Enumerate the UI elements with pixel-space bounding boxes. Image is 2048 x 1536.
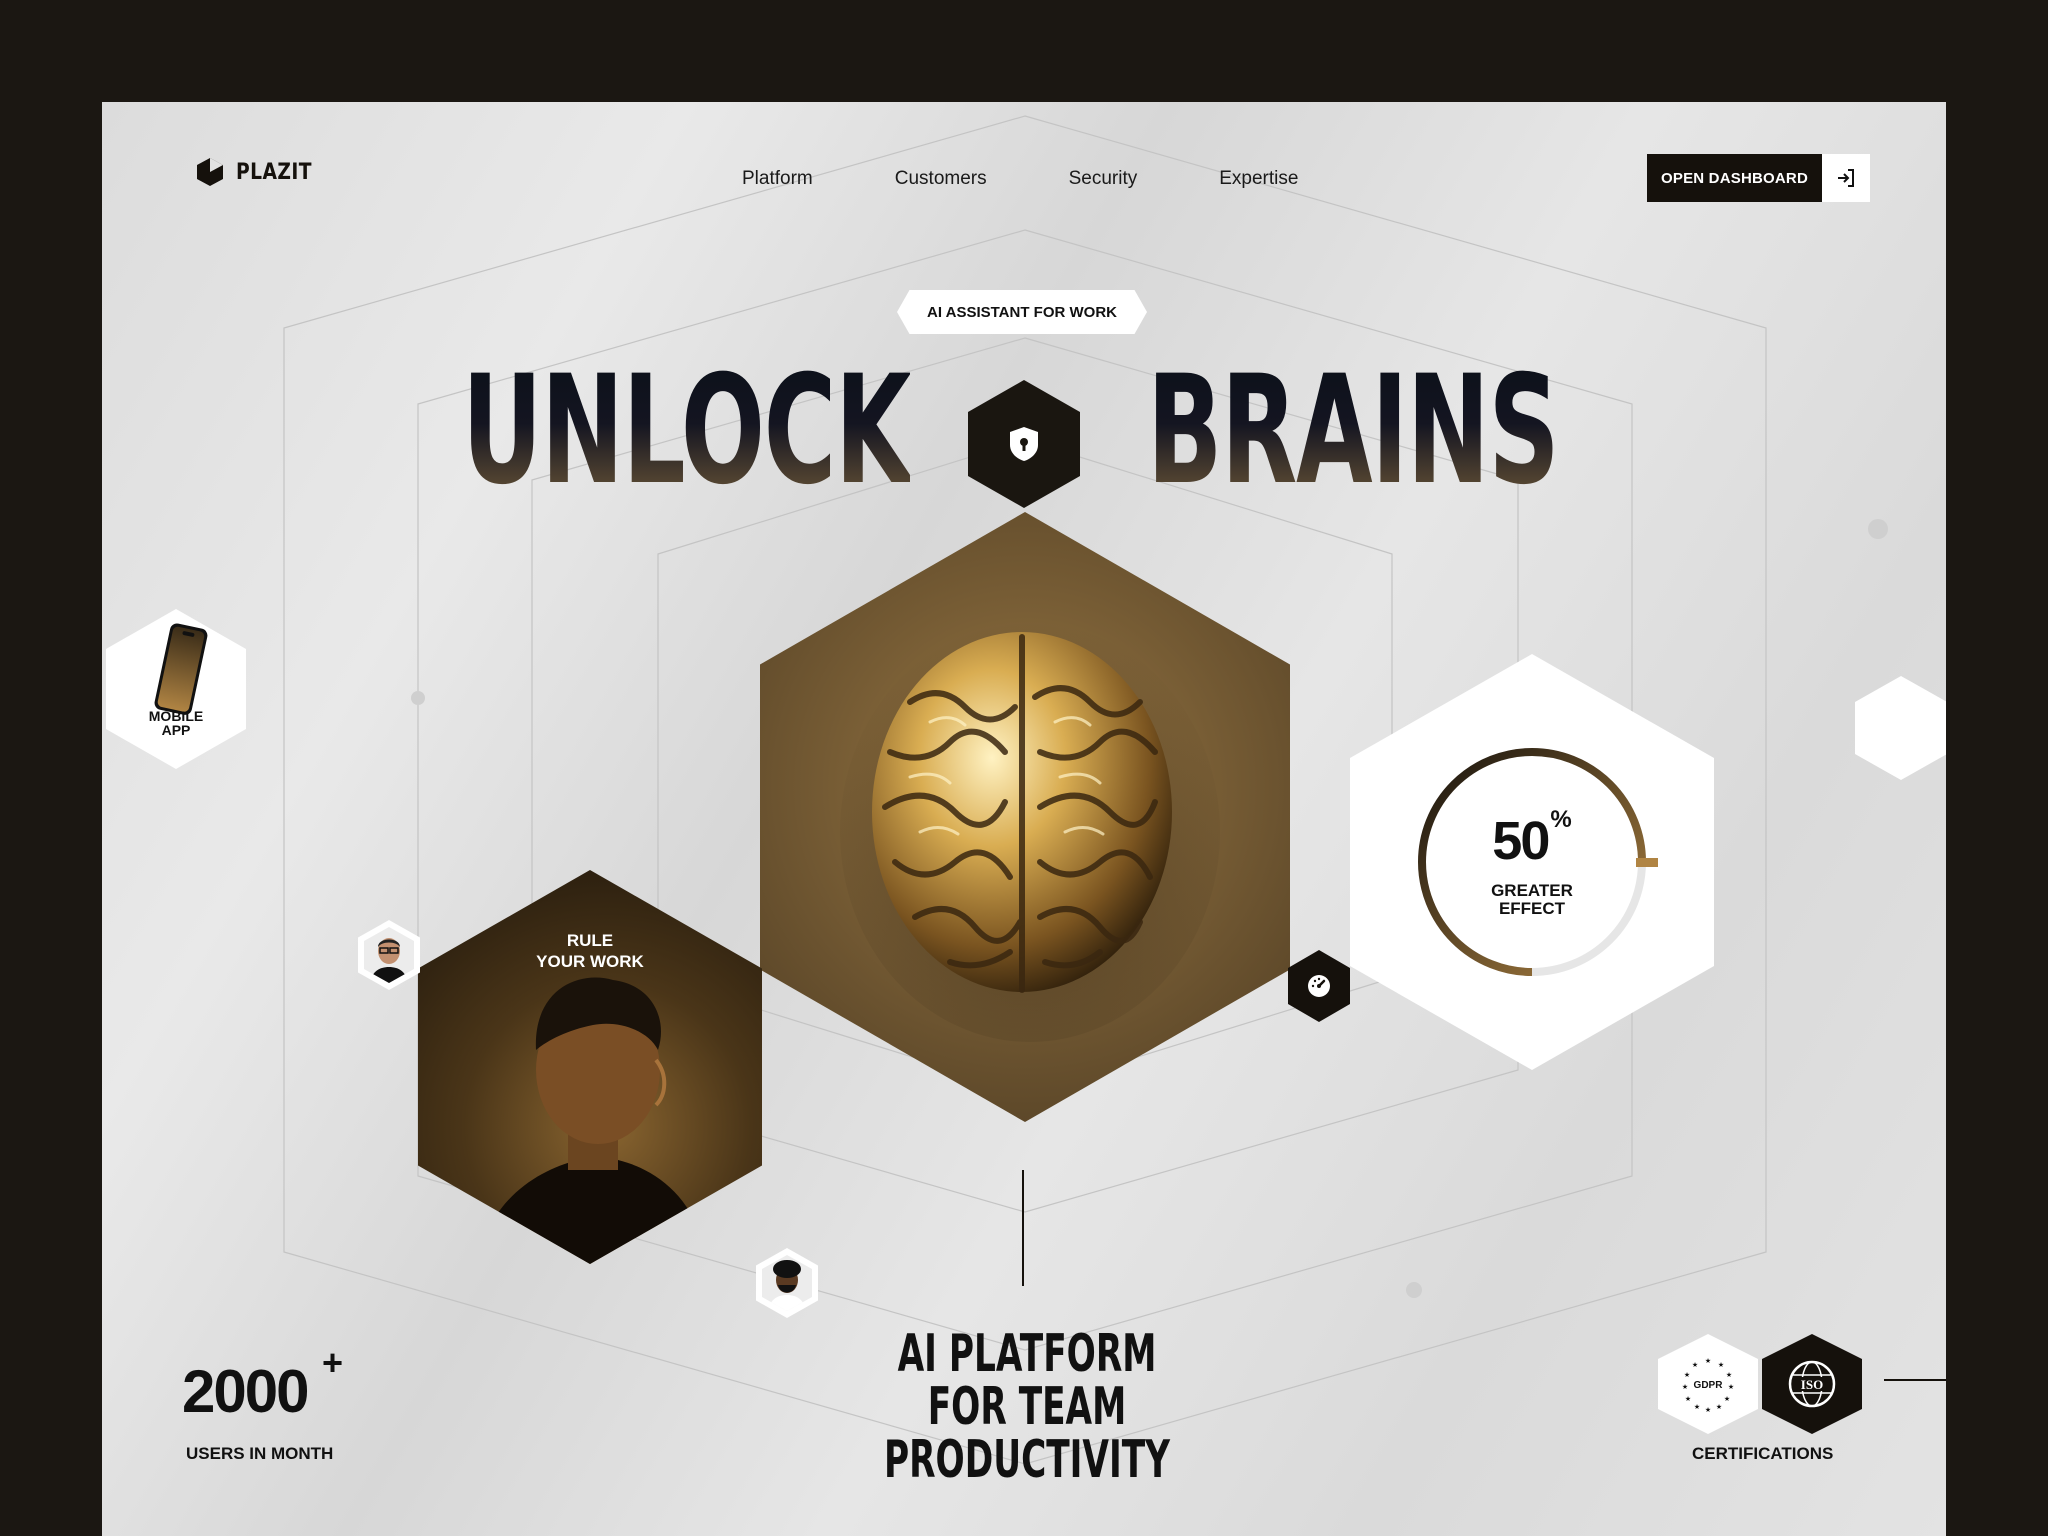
avatar-image xyxy=(768,1260,806,1311)
stat-value: 50% xyxy=(1350,806,1714,872)
stat-label-line2: EFFECT xyxy=(1498,899,1566,918)
nav-item-customers[interactable]: Customers xyxy=(895,168,987,190)
tagline-line1: AI PLATFORM xyxy=(897,1324,1157,1384)
svg-text:★: ★ xyxy=(1724,1395,1730,1403)
gdpr-icon: ★ ★★ ★★★ ★★★ ★★★ GDPR xyxy=(1682,1357,1734,1414)
svg-text:★: ★ xyxy=(1705,1406,1711,1414)
svg-text:★: ★ xyxy=(1705,1357,1711,1365)
tagline-line2: FOR TEAM xyxy=(927,1377,1127,1437)
open-dashboard-label: OPEN DASHBOARD xyxy=(1647,154,1822,202)
svg-text:★: ★ xyxy=(1726,1371,1732,1379)
iso-globe-icon: ISO xyxy=(1788,1360,1836,1408)
svg-text:★: ★ xyxy=(1684,1371,1690,1379)
users-count: 2000 xyxy=(182,1358,309,1425)
main-nav: Platform Customers Security Expertise xyxy=(742,168,1298,190)
stat-label: GREATER EFFECT xyxy=(1350,882,1714,918)
svg-text:★: ★ xyxy=(1692,1361,1698,1369)
gdpr-text: GDPR xyxy=(1694,1380,1724,1391)
cert-divider xyxy=(1884,1379,1946,1381)
svg-text:★: ★ xyxy=(1728,1383,1734,1391)
svg-text:★: ★ xyxy=(1716,1403,1722,1411)
tagline: AI PLATFORM FOR TEAM PRODUCTIVITY xyxy=(879,1328,1176,1487)
open-dashboard-button[interactable]: OPEN DASHBOARD xyxy=(1647,154,1870,202)
users-label: USERS IN MONTH xyxy=(186,1444,334,1463)
headline-left: UNLOCK xyxy=(462,344,912,518)
tagline-line3: PRODUCTIVITY xyxy=(883,1430,1171,1490)
phone-icon xyxy=(154,623,208,715)
stat-unit: % xyxy=(1550,806,1572,833)
svg-text:★: ★ xyxy=(1718,1361,1724,1369)
speedometer-icon xyxy=(1308,975,1330,997)
nav-item-security[interactable]: Security xyxy=(1069,168,1138,190)
stat-label-line1: GREATER xyxy=(1491,881,1573,900)
login-icon xyxy=(1821,154,1870,202)
iso-text: ISO xyxy=(1801,1377,1823,1392)
nav-item-expertise[interactable]: Expertise xyxy=(1219,168,1298,190)
nav-item-platform[interactable]: Platform xyxy=(742,168,813,190)
work-card-title-line2: YOUR WORK xyxy=(536,952,644,971)
landing-page: PLAZIT Platform Customers Security Exper… xyxy=(102,102,1946,1536)
svg-text:★: ★ xyxy=(1682,1383,1688,1391)
mobile-app-label: MOBILE APP xyxy=(106,709,246,737)
vertical-divider xyxy=(1022,1170,1024,1286)
lock-icon xyxy=(1010,427,1038,461)
stat-value-number: 50 xyxy=(1492,811,1550,871)
users-plus: + xyxy=(322,1342,344,1383)
headline-right: BRAINS xyxy=(1147,344,1560,518)
brand-name: PLAZIT xyxy=(236,159,312,185)
svg-text:★: ★ xyxy=(1694,1403,1700,1411)
certifications-label: CERTIFICATIONS xyxy=(1692,1444,1834,1463)
logo-hex-icon xyxy=(197,158,223,186)
avatar-image xyxy=(370,938,408,983)
brand-logo[interactable]: PLAZIT xyxy=(194,156,325,188)
svg-text:★: ★ xyxy=(1685,1395,1691,1403)
mobile-app-label-line1: MOBILE xyxy=(148,708,204,724)
mobile-app-label-line2: APP xyxy=(161,722,191,738)
hero-badge: AI ASSISTANT FOR WORK xyxy=(897,290,1147,334)
